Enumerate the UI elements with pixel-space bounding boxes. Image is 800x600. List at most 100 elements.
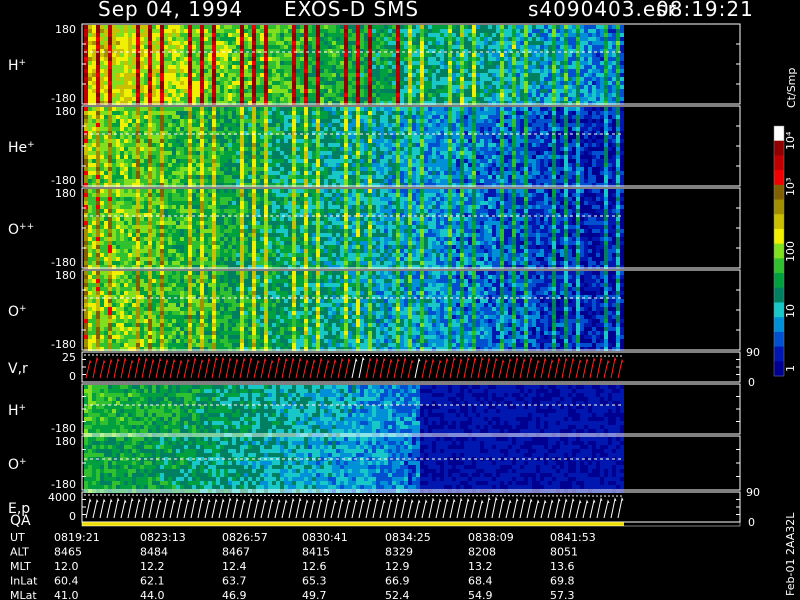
colorbar-swatch: [774, 214, 784, 230]
panel-4: O+ 180 -180: [8, 269, 741, 351]
colorbar-tick-10: 10: [784, 304, 797, 318]
panel-bottom-tick: -180: [51, 256, 76, 269]
orbit-cell: 0834:25: [385, 531, 431, 544]
panel-bottom-tick: 0: [69, 370, 76, 383]
colorbar-tick-1000: 10³: [784, 178, 797, 196]
panel-top-tick: 180: [55, 269, 76, 282]
orbit-cell: 8208: [468, 546, 496, 559]
orbit-cell: 13.6: [550, 560, 575, 573]
orbit-cell: 46.9: [222, 589, 247, 600]
panel-bottom-tick: -180: [51, 338, 76, 351]
colorbar-swatch: [774, 317, 784, 333]
orbit-row-name: UT: [10, 531, 25, 544]
panel-label-1: H+: [8, 58, 26, 74]
orbit-cell: 60.4: [54, 575, 79, 588]
orbit-cell: 0830:41: [302, 531, 348, 544]
panel-7: O+ 180 -180: [8, 435, 741, 493]
colorbar-swatch: [774, 346, 784, 362]
colorbar-tick-100: 100: [784, 241, 797, 262]
panel-2: He+ 180 -180: [8, 105, 741, 187]
panel-label-5: V,r: [8, 361, 28, 377]
panel-top-tick: 180: [55, 105, 76, 118]
orbit-cell: 66.9: [385, 575, 410, 588]
orbit-cell: 0826:57: [222, 531, 268, 544]
header-mission: EXOS-D SMS: [284, 0, 419, 21]
orbit-cell: 12.9: [385, 560, 410, 573]
orbit-cell: 69.8: [550, 575, 575, 588]
panel-1: H+ 180 -180: [8, 23, 741, 105]
orbit-cell: 0838:09: [468, 531, 514, 544]
orbit-cell: 65.3: [302, 575, 327, 588]
orbit-cell: 0841:53: [550, 531, 596, 544]
side-note: Feb-01 2AA32L: [784, 512, 797, 596]
panel-right-bottom-tick: 0: [748, 516, 755, 529]
panel-label-6: H+: [8, 403, 26, 419]
panel-6: H+ -180: [8, 383, 741, 437]
orbit-cell: 8329: [385, 546, 413, 559]
orbit-cell: 8467: [222, 546, 250, 559]
orbit-row-name: ALT: [10, 546, 29, 559]
panel-right-top-tick: 90: [746, 486, 760, 499]
colorbar-swatch: [774, 155, 784, 171]
panel-right-top-tick: 90: [746, 346, 760, 359]
header-time: 08:19:21: [656, 0, 754, 21]
orbit-cell: 12.0: [54, 560, 79, 573]
qa-label: QA: [10, 513, 31, 529]
colorbar-swatch: [774, 126, 784, 142]
orbit-row-name: MLT: [10, 560, 31, 573]
plot-area: H+180-180He+180-180O++180-180O+180-180V,…: [8, 23, 760, 529]
colorbar-swatch: [774, 199, 784, 215]
colorbar-swatch: [774, 273, 784, 289]
panel-bottom-tick: -180: [51, 478, 76, 491]
orbit-table: UT 0819:21 0823:13 0826:57 0830:41 0834:25 083…: [10, 531, 596, 600]
orbit-cell: 49.7: [302, 589, 327, 600]
orbit-cell: 57.3: [550, 589, 575, 600]
colorbar-swatch: [774, 170, 784, 186]
orbit-cell: 8051: [550, 546, 578, 559]
orbit-cell: 44.0: [140, 589, 165, 600]
orbit-cell: 54.9: [468, 589, 493, 600]
colorbar-swatch: [774, 302, 784, 318]
colorbar-swatch: [774, 361, 784, 377]
panel-top-tick: 180: [55, 435, 76, 448]
panel-top-tick: 4000: [48, 491, 76, 504]
panel-5: V,r 25 0 90 0: [8, 346, 760, 389]
panel-3: O++ 180 -180: [8, 187, 741, 269]
panel-top-tick: 180: [55, 23, 76, 36]
colorbar-tick-1: 1: [784, 365, 797, 372]
panel-bottom-tick: -180: [51, 92, 76, 105]
orbit-row: InLat 60.4 62.1 63.7 65.3 66.9 68.4 69.8: [10, 575, 575, 588]
spectrogram-figure: Sep 04, 1994 EXOS-D SMS s4090403.esr 08:…: [8, 0, 798, 600]
header-date: Sep 04, 1994: [98, 0, 243, 21]
panel-top-tick: 25: [62, 351, 76, 364]
orbit-cell: 12.4: [222, 560, 247, 573]
panel-bottom-tick: -180: [51, 422, 76, 435]
orbit-cell: 63.7: [222, 575, 247, 588]
orbit-cell: 8415: [302, 546, 330, 559]
qa-bar: QA: [10, 513, 741, 529]
colorbar-swatch: [774, 287, 784, 303]
orbit-row: ALT 8465 8484 8467 8415 8329 8208 8051: [10, 546, 578, 559]
orbit-cell: 12.2: [140, 560, 165, 573]
orbit-row: MLT 12.0 12.2 12.4 12.6 12.9 13.2 13.6: [10, 560, 575, 573]
panel-label-3: O++: [8, 222, 34, 238]
colorbar-swatch: [774, 258, 784, 274]
orbit-row: UT 0819:21 0823:13 0826:57 0830:41 0834:25 083…: [10, 531, 596, 544]
panel-label-4: O+: [8, 304, 27, 320]
colorbar-tick-10000: 10⁴: [784, 131, 797, 150]
orbit-cell: 62.1: [140, 575, 165, 588]
colorbar-swatch: [774, 243, 784, 259]
orbit-cell: 68.4: [468, 575, 493, 588]
orbit-cell: 8484: [140, 546, 168, 559]
orbit-cell: 52.4: [385, 589, 410, 600]
panel-right-bottom-tick: 0: [748, 376, 755, 389]
panel-bottom-tick: -180: [51, 174, 76, 187]
colorbar-unit: Ct/Smp: [785, 68, 798, 108]
orbit-cell: 8465: [54, 546, 82, 559]
panel-bottom-tick: 0: [69, 510, 76, 523]
colorbar-swatch: [774, 140, 784, 156]
colorbar-swatch: [774, 331, 784, 348]
orbit-cell: 41.0: [54, 589, 79, 600]
orbit-cell: 0823:13: [140, 531, 186, 544]
panel-label-7: O+: [8, 457, 27, 473]
